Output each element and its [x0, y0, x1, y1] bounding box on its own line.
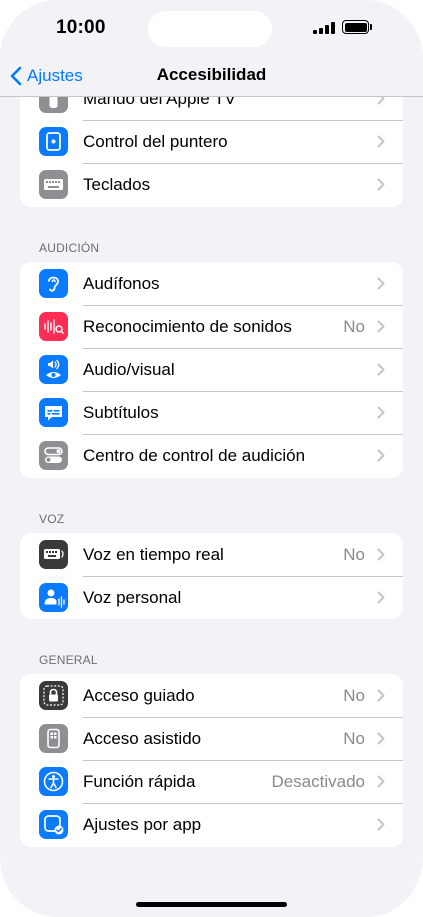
row-label: Centro de control de audición — [83, 445, 306, 465]
apple-tv-remote-icon — [39, 97, 68, 113]
row-label: Voz personal — [83, 587, 182, 607]
row-label: Función rápida — [83, 771, 196, 791]
group-speech: Voz en tiempo real No Voz personal — [20, 533, 403, 619]
row-label: Voz en tiempo real — [83, 544, 224, 564]
row-value: No — [343, 728, 365, 748]
row-label: Ajustes por app — [83, 814, 202, 834]
row-hearing-control-center[interactable]: Centro de control de audición — [20, 434, 403, 477]
chevron-right-icon — [377, 178, 385, 191]
row-label: Audio/visual — [83, 359, 175, 379]
settings-list[interactable]: Mando del Apple TV Control del puntero T… — [0, 97, 423, 917]
status-bar: 10:00 — [0, 0, 423, 58]
row-label: Teclados — [83, 174, 151, 194]
chevron-right-icon — [377, 689, 385, 702]
pointer-control-icon — [39, 127, 68, 156]
personal-voice-icon — [39, 583, 68, 612]
row-label: Reconocimiento de sonidos — [83, 316, 292, 336]
lock-icon — [39, 681, 68, 710]
row-accessibility-shortcut[interactable]: Función rápida Desactivado — [20, 760, 403, 803]
group-interaction: Mando del Apple TV Control del puntero T… — [20, 97, 403, 207]
section-header-speech: VOZ — [39, 512, 65, 526]
row-label: Control del puntero — [83, 131, 228, 151]
row-live-speech[interactable]: Voz en tiempo real No — [20, 533, 403, 576]
chevron-right-icon — [377, 406, 385, 419]
chevron-right-icon — [377, 775, 385, 788]
navigation-bar: Ajustes Accesibilidad — [0, 58, 423, 97]
section-header-hearing: AUDICIÓN — [39, 241, 100, 255]
chevron-right-icon — [377, 320, 385, 333]
chevron-right-icon — [377, 818, 385, 831]
sound-recognition-icon — [39, 312, 68, 341]
row-sound-recognition[interactable]: Reconocimiento de sonidos No — [20, 305, 403, 348]
audio-visual-icon — [39, 355, 68, 384]
ear-icon — [39, 269, 68, 298]
row-personal-voice[interactable]: Voz personal — [20, 576, 403, 619]
row-label: Acceso asistido — [83, 728, 202, 748]
phone-screen: 10:00 Ajustes Accesibilidad Mando del Ap… — [0, 0, 423, 917]
dynamic-island — [148, 11, 272, 47]
status-time: 10:00 — [56, 17, 106, 38]
chevron-right-icon — [377, 732, 385, 745]
section-header-general: GENERAL — [39, 653, 98, 667]
row-assistive-access[interactable]: Acceso asistido No — [20, 717, 403, 760]
assistive-access-icon — [39, 724, 68, 753]
group-general: Acceso guiado No Acceso asistido No Func… — [20, 674, 403, 847]
row-value: No — [343, 316, 365, 336]
row-value: No — [343, 685, 365, 705]
chevron-right-icon — [377, 97, 385, 105]
group-hearing: Audífonos Reconocimiento de sonidos No A… — [20, 262, 403, 478]
accessibility-icon — [39, 767, 68, 796]
row-label: Audífonos — [83, 273, 160, 293]
row-value: No — [343, 544, 365, 564]
chevron-right-icon — [377, 548, 385, 561]
chevron-right-icon — [377, 135, 385, 148]
chevron-right-icon — [377, 363, 385, 376]
row-hearing-devices[interactable]: Audífonos — [20, 262, 403, 305]
row-pointer-control[interactable]: Control del puntero — [20, 120, 403, 163]
battery-cap — [370, 24, 372, 30]
row-subtitles[interactable]: Subtítulos — [20, 391, 403, 434]
page-title: Accesibilidad — [156, 65, 267, 84]
chevron-right-icon — [377, 591, 385, 604]
chevron-right-icon — [377, 277, 385, 290]
chevron-right-icon — [377, 449, 385, 462]
row-label: Subtítulos — [83, 402, 159, 422]
keyboard-icon — [39, 170, 68, 199]
cellular-signal-icon — [313, 22, 335, 34]
row-guided-access[interactable]: Acceso guiado No — [20, 674, 403, 717]
per-app-settings-icon — [39, 810, 68, 839]
battery-icon — [342, 20, 369, 34]
live-speech-keyboard-icon — [39, 540, 68, 569]
row-audio-visual[interactable]: Audio/visual — [20, 348, 403, 391]
toggles-icon — [39, 441, 68, 470]
row-label: Mando del Apple TV — [83, 97, 236, 108]
row-per-app-settings[interactable]: Ajustes por app — [20, 803, 403, 846]
row-apple-tv-remote[interactable]: Mando del Apple TV — [20, 97, 403, 120]
row-keyboards[interactable]: Teclados — [20, 163, 403, 206]
home-indicator[interactable] — [136, 902, 287, 907]
subtitles-icon — [39, 398, 68, 427]
row-label: Acceso guiado — [83, 685, 195, 705]
row-value: Desactivado — [271, 771, 365, 791]
